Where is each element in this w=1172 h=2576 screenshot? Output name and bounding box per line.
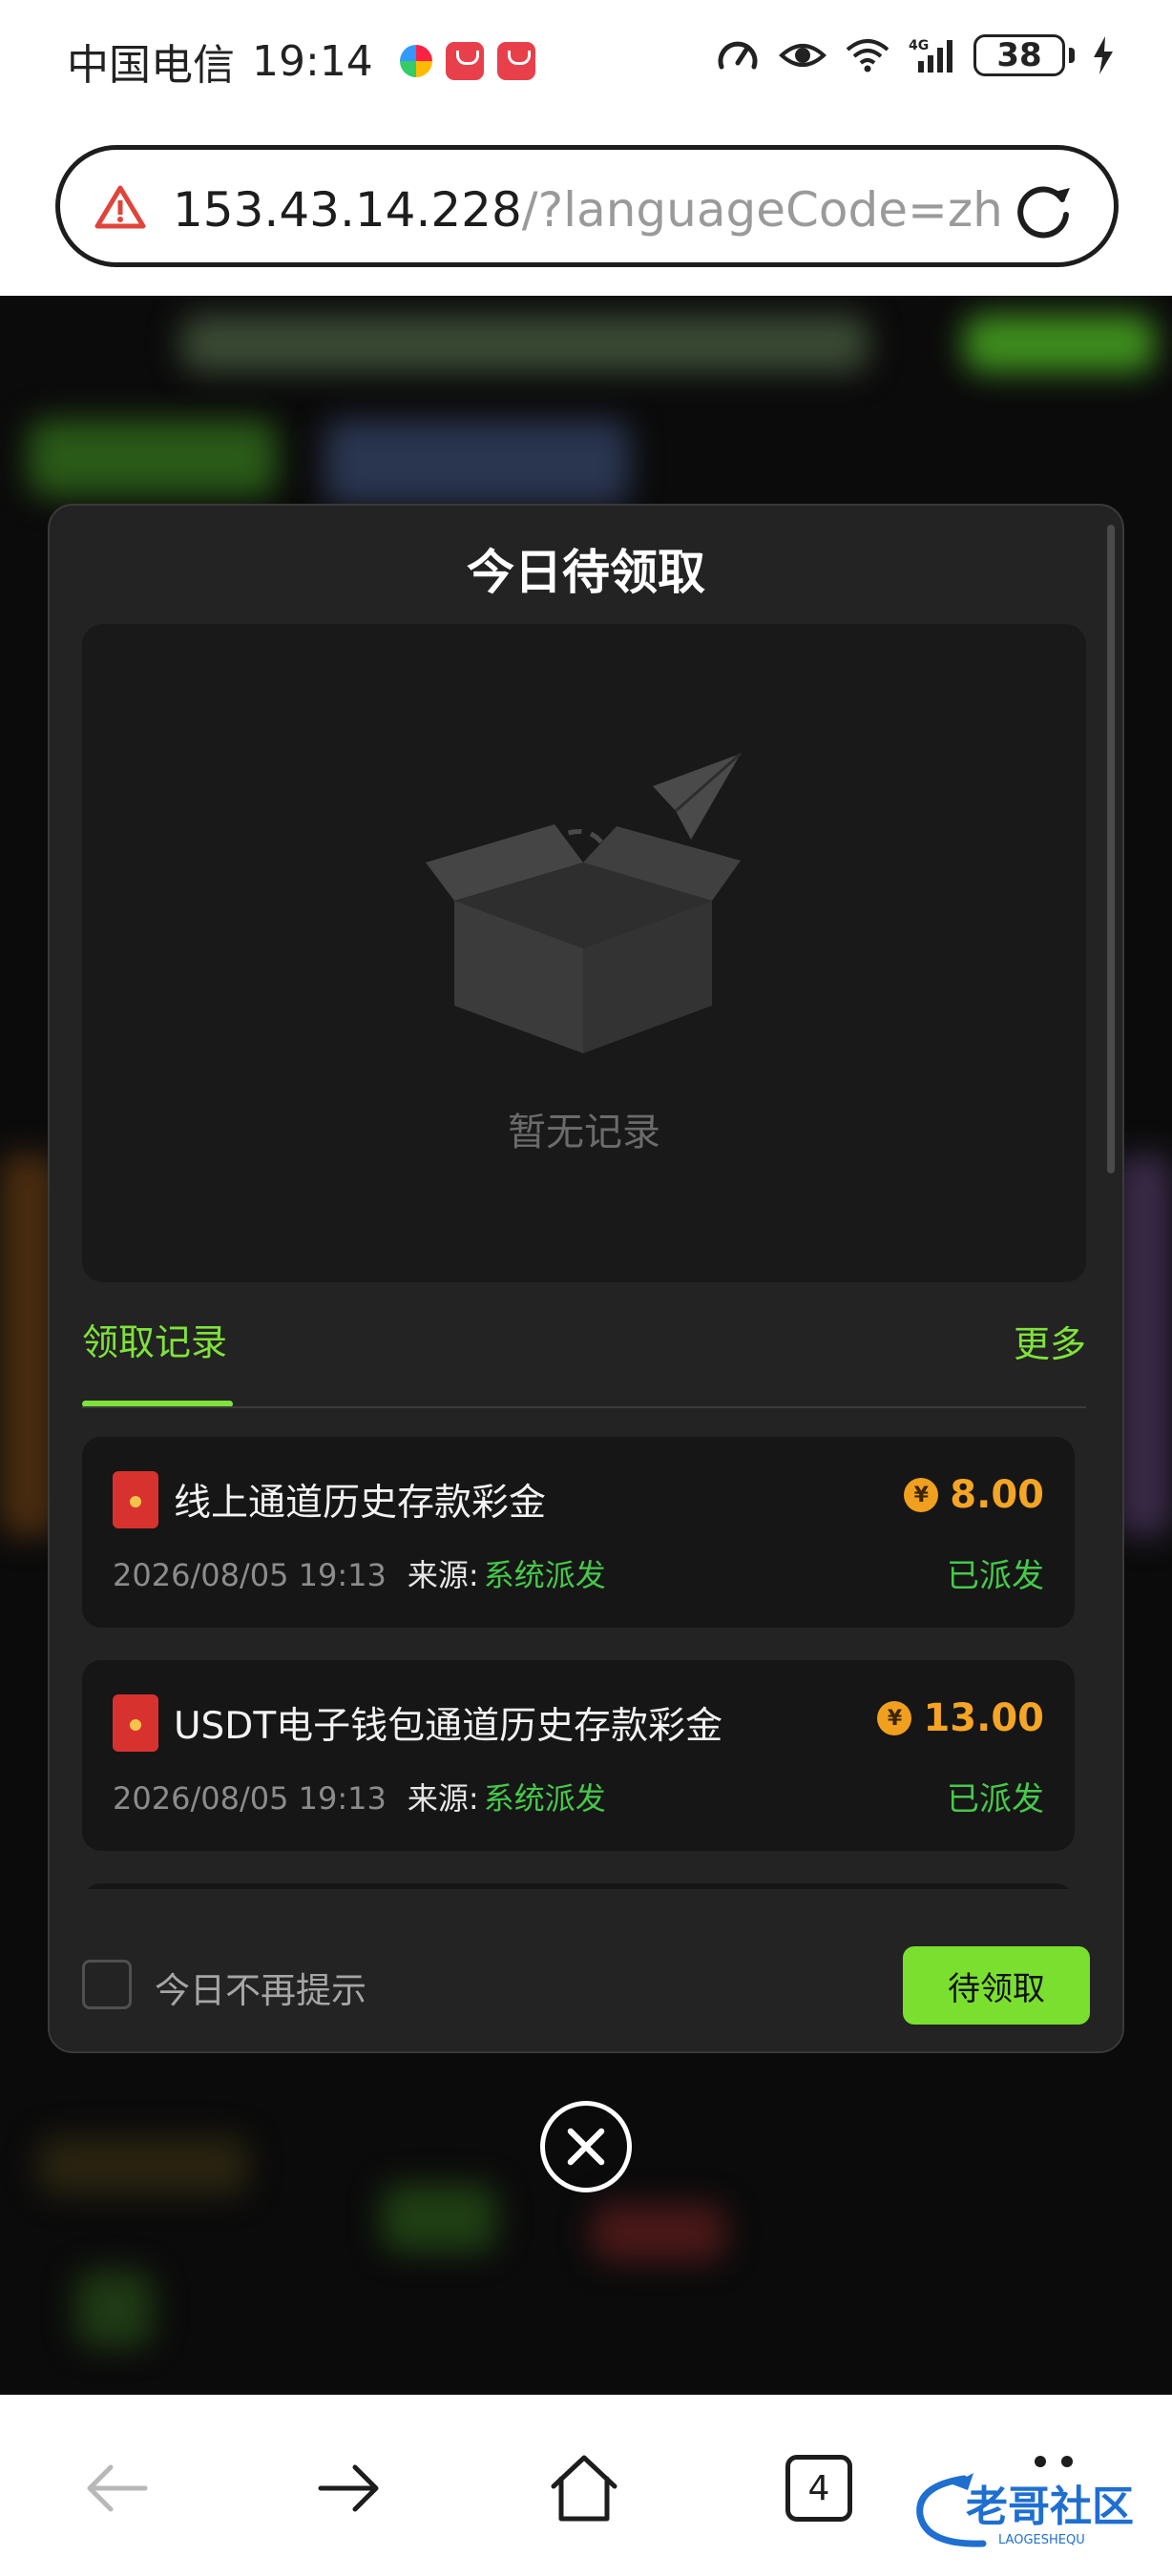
record-meta: 2026/08/05 19:13 来源: 系统派发 xyxy=(113,1551,606,1595)
blurred-banner xyxy=(181,315,869,372)
red-envelope-icon xyxy=(113,1694,158,1752)
tab-claim-records[interactable]: 领取记录 xyxy=(82,1313,227,1365)
battery-level: 38 xyxy=(973,34,1065,76)
record-title: USDT电子钱包通道历史存款彩金 xyxy=(174,1705,723,1748)
record-meta: 2026/08/05 19:13 来源: 系统派发 xyxy=(113,1775,606,1818)
record-status: 已派发 xyxy=(947,1557,1044,1595)
url-query: /?languageCode=zh xyxy=(521,182,1003,238)
records-divider xyxy=(82,1406,1086,1408)
empty-state-text: 暂无记录 xyxy=(508,1111,660,1154)
address-area: 153.43.14.228/?languageCode=zh xyxy=(0,114,1172,296)
svg-text:4G: 4G xyxy=(909,38,929,53)
record-time: 2026/08/05 19:13 xyxy=(113,1557,387,1593)
battery-tip xyxy=(1069,48,1075,63)
record-list[interactable]: 线上通道历史存款彩金 ¥ 8.00 2026/08/05 19:13 来源: 系… xyxy=(82,1437,1075,1889)
record-status: 已派发 xyxy=(947,1780,1044,1818)
record-time: 2026/08/05 19:13 xyxy=(113,1780,387,1817)
blurred-login-button xyxy=(964,315,1155,372)
record-card-partial[interactable] xyxy=(82,1883,1075,1889)
watermark-logo: 老哥社区 LAOGESHEQU xyxy=(916,2473,1134,2547)
status-bar: 中国电信 19:14 4G 38 xyxy=(0,0,1172,114)
status-left: 中国电信 19:14 xyxy=(67,31,535,92)
battery-icon: 38 xyxy=(973,34,1075,76)
record-amount: ¥ 13.00 xyxy=(877,1696,1044,1740)
blurred-nav-item xyxy=(76,2271,153,2347)
url-text[interactable]: 153.43.14.228/?languageCode=zh xyxy=(173,182,1003,238)
record-source-label: 来源: xyxy=(407,1780,479,1817)
modal-footer: 今日不再提示 待领取 xyxy=(50,1914,1122,2051)
notification-icons xyxy=(399,42,535,80)
huawei-app-icon xyxy=(496,42,535,80)
amount-value: 8.00 xyxy=(950,1473,1044,1517)
amount-value: 13.00 xyxy=(923,1696,1044,1740)
coin-icon: ¥ xyxy=(904,1478,939,1512)
url-bar[interactable]: 153.43.14.228/?languageCode=zh xyxy=(55,145,1119,267)
close-modal-button[interactable] xyxy=(540,2101,632,2192)
record-source-value: 系统派发 xyxy=(483,1780,606,1817)
record-card[interactable]: USDT电子钱包通道历史存款彩金 ¥ 13.00 2026/08/05 19:1… xyxy=(82,1660,1075,1851)
reload-icon[interactable] xyxy=(1013,178,1076,241)
record-title: 线上通道历史存款彩金 xyxy=(174,1482,547,1525)
forward-icon[interactable] xyxy=(311,2450,387,2526)
dont-show-label[interactable]: 今日不再提示 xyxy=(155,1962,366,2013)
record-card[interactable]: 线上通道历史存款彩金 ¥ 8.00 2026/08/05 19:13 来源: 系… xyxy=(82,1437,1075,1628)
daily-claim-modal: 今日待领取 暂无记录 领取记录 更多 线上通道历史存款彩金 ¥ 8.00 202… xyxy=(48,504,1124,2053)
dont-show-checkbox[interactable] xyxy=(82,1960,132,2009)
blurred-partner-logo xyxy=(324,420,630,506)
modal-title: 今日待领取 xyxy=(467,545,705,600)
record-source-value: 系统派发 xyxy=(483,1557,606,1593)
status-right: 4G 38 xyxy=(714,34,1115,76)
wifi-icon xyxy=(846,39,889,73)
home-icon[interactable] xyxy=(546,2450,622,2526)
records-header: 领取记录 更多 xyxy=(82,1313,1086,1408)
record-amount: ¥ 8.00 xyxy=(904,1473,1044,1517)
coin-icon: ¥ xyxy=(877,1701,912,1735)
url-host: 153.43.14.228 xyxy=(173,182,522,238)
blurred-right-banner xyxy=(1117,1154,1172,1536)
more-link[interactable]: 更多 xyxy=(1014,1315,1086,1367)
claim-button[interactable]: 待领取 xyxy=(903,1946,1090,2025)
tabs-icon[interactable]: 4 xyxy=(781,2450,857,2526)
carrier-name: 中国电信 xyxy=(67,41,235,90)
huawei-app-icon xyxy=(445,42,484,80)
blurred-logo xyxy=(29,420,277,496)
signal-4g-icon: 4G xyxy=(909,38,952,73)
empty-box-icon xyxy=(426,752,742,1053)
warning-icon[interactable] xyxy=(94,184,146,230)
record-source-label: 来源: xyxy=(407,1557,479,1593)
back-icon[interactable] xyxy=(78,2450,155,2526)
charging-bolt-icon xyxy=(1094,36,1113,74)
eye-icon xyxy=(779,44,827,67)
blurred-nav-item xyxy=(592,2204,725,2261)
tab-count: 4 xyxy=(785,2455,852,2522)
pinwheel-icon xyxy=(399,45,432,77)
speedometer-icon xyxy=(718,41,758,70)
blurred-nav-item xyxy=(382,2185,496,2252)
modal-scrollbar[interactable] xyxy=(1107,525,1115,1174)
red-envelope-icon xyxy=(113,1471,158,1528)
status-clock: 19:14 xyxy=(252,36,373,86)
empty-state-panel: 暂无记录 xyxy=(82,624,1086,1282)
watermark-text: 老哥社区 xyxy=(966,2483,1134,2531)
watermark-subtext: LAOGESHEQU xyxy=(998,2533,1085,2547)
blurred-nav-item xyxy=(38,2137,248,2194)
